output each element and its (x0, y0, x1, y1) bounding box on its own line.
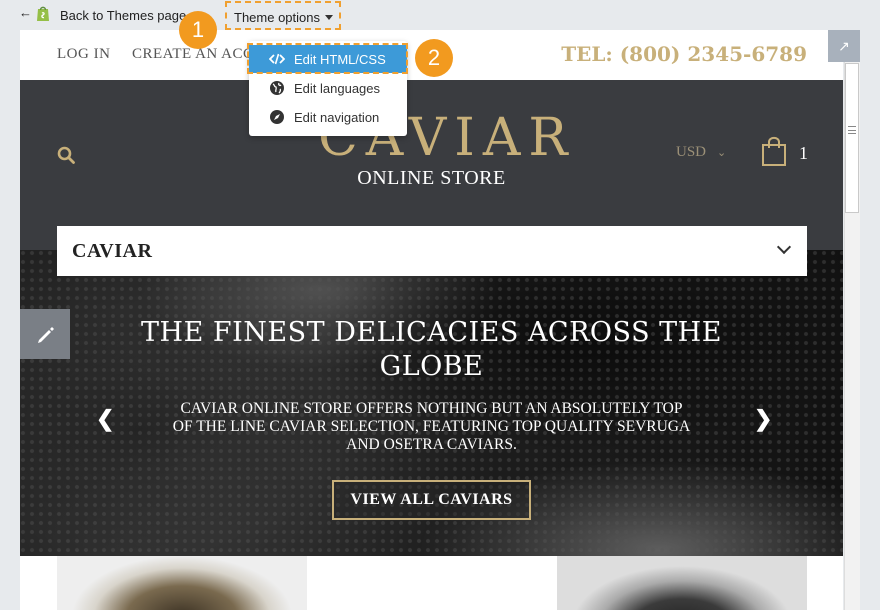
step-2-highlight (247, 43, 408, 74)
hero-title: THE FINEST DELICACIES ACROSS THE GLOBE (141, 317, 722, 382)
store-subtitle: ONLINE STORE (357, 167, 506, 189)
phone-number: TEL: (800) 2345-6789 (561, 42, 807, 66)
chevron-down-icon (776, 239, 792, 255)
product-image[interactable] (557, 556, 807, 610)
theme-options-dropdown[interactable]: Theme options (225, 1, 341, 30)
store-header: CAVIAR ONLINE STORE USD ⌄ 1 (20, 80, 843, 250)
view-all-caviars-button[interactable]: VIEW ALL CAVIARS (332, 480, 531, 520)
scrollbar-grip-icon (848, 126, 856, 134)
compass-icon (270, 110, 284, 124)
scrollbar-thumb[interactable] (845, 63, 859, 213)
theme-options-label: Theme options (234, 10, 320, 25)
category-label: CAVIAR (72, 240, 153, 262)
expand-preview-button[interactable]: ↗ (828, 30, 860, 62)
login-link[interactable]: LOG IN (57, 46, 110, 63)
menu-item-label: Edit navigation (294, 110, 380, 125)
step-badge-1: 1 (179, 11, 217, 49)
theme-options-menu: Edit HTML/CSS Edit languages Edit naviga… (247, 41, 408, 136)
product-image[interactable] (57, 556, 307, 610)
slider-prev-icon[interactable]: ❮ (96, 406, 114, 432)
currency-selector[interactable]: USD (676, 144, 706, 161)
search-icon[interactable] (57, 146, 75, 164)
chevron-down-icon: ⌄ (717, 147, 727, 159)
pencil-icon (38, 327, 54, 343)
category-dropdown[interactable]: CAVIAR (57, 226, 807, 276)
shopify-bag-icon (37, 6, 49, 21)
step-badge-2: 2 (415, 39, 453, 77)
globe-icon (270, 81, 284, 95)
caret-down-icon (325, 15, 333, 20)
hero-text: CAVIAR ONLINE STORE OFFERS NOTHING BUT A… (172, 400, 691, 453)
product-thumbnails (20, 556, 843, 610)
menu-item-edit-languages[interactable]: Edit languages (249, 74, 407, 102)
back-to-themes-link[interactable]: Back to Themes page (60, 8, 186, 23)
back-arrow-icon[interactable]: ← (19, 5, 32, 20)
menu-item-label: Edit languages (294, 81, 381, 96)
store-preview-frame: LOG IN CREATE AN ACCOUNT TEL: (800) 2345… (20, 30, 843, 610)
menu-item-edit-navigation[interactable]: Edit navigation (249, 103, 407, 131)
slider-next-icon[interactable]: ❯ (754, 406, 772, 432)
shopping-bag-icon[interactable] (760, 135, 788, 167)
cart-count: 1 (799, 143, 808, 163)
hero-slider: THE FINEST DELICACIES ACROSS THE GLOBE C… (20, 250, 843, 586)
theme-editor-toolbar: ← Back to Themes page Theme options (0, 0, 880, 30)
expand-arrow-icon: ↗ (838, 38, 850, 54)
edit-section-button[interactable] (20, 309, 70, 359)
